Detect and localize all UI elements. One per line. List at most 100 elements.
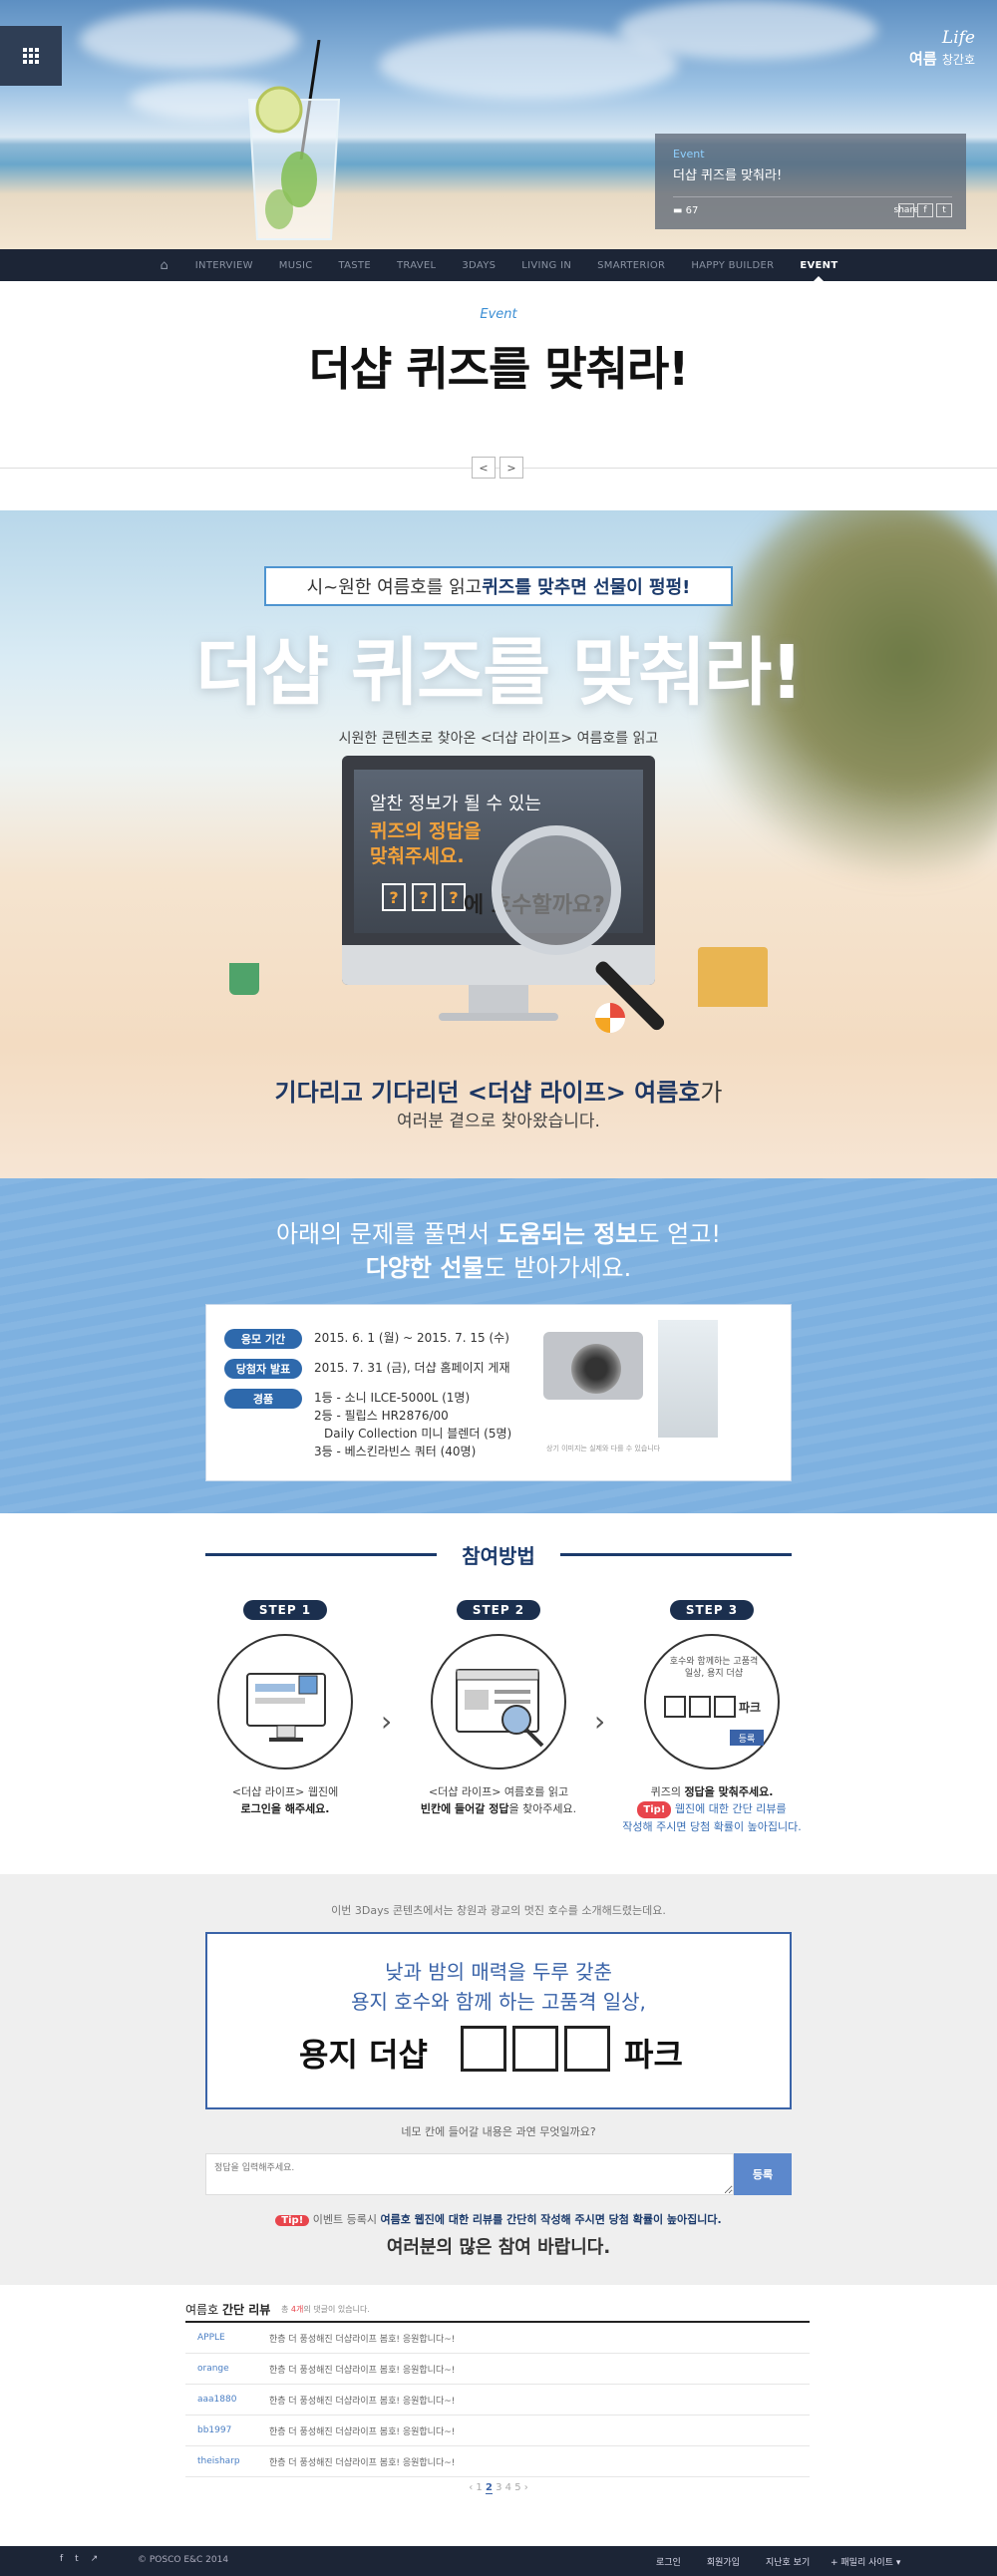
logo-life: Life bbox=[941, 28, 975, 48]
menu-button[interactable] bbox=[0, 26, 62, 86]
blender-image bbox=[658, 1320, 718, 1438]
quiz-ask: 네모 칸에 들어갈 내용은 과연 무엇일까요? bbox=[401, 2125, 596, 2138]
nav-item-3days[interactable]: 3DAYS bbox=[449, 249, 508, 281]
family-site-select[interactable]: + 패밀리 사이트 ▾ bbox=[831, 2555, 900, 2568]
review-user[interactable]: orange bbox=[185, 2364, 269, 2374]
quiz-blank bbox=[512, 2026, 558, 2072]
nav-item-travel[interactable]: TRAVEL bbox=[384, 249, 449, 281]
step-3-desc-bold: 정답을 맞춰주세요. bbox=[684, 1785, 774, 1798]
quiz-blank-box: ? bbox=[382, 883, 406, 911]
review-user[interactable]: theisharp bbox=[185, 2456, 269, 2466]
twitter-icon[interactable]: t bbox=[75, 2554, 79, 2564]
banner-title: 더샵 퀴즈를 맞춰라! bbox=[195, 630, 804, 716]
nav-item-happy-builder[interactable]: HAPPY BUILDER bbox=[678, 249, 787, 281]
info-heading-2: 다양한 선물도 받아가세요. bbox=[0, 1248, 997, 1283]
quiz-tip-bold: 여름호 웹진에 대한 리뷰를 간단히 작성해 주시면 당첨 확률이 높아집니다. bbox=[380, 2213, 722, 2226]
twitter-icon[interactable]: t bbox=[936, 203, 952, 217]
submit-button[interactable]: 등록 bbox=[734, 2153, 792, 2195]
review-row: orange 한층 더 풍성해진 더샵라이프 봄호! 응원합니다~! bbox=[185, 2354, 810, 2385]
feature-category: Event bbox=[673, 148, 705, 161]
nav-item-smarterior[interactable]: SMARTERIOR bbox=[584, 249, 678, 281]
info-heading-text: 도 받아가세요. bbox=[484, 1254, 632, 1282]
step-3-desc-2: 웹진에 대한 간단 리뷰를 bbox=[671, 1802, 787, 1815]
review-user[interactable]: APPLE bbox=[185, 2333, 269, 2343]
review-count-text: 의 댓글이 있습니다. bbox=[303, 2305, 370, 2314]
monitor-stand bbox=[469, 985, 528, 1015]
review-count-num: 4개 bbox=[290, 2305, 304, 2314]
step-2-desc-2: 을 찾아주세요. bbox=[508, 1802, 577, 1815]
share-icon[interactable]: ↗ bbox=[91, 2554, 99, 2564]
step-1-desc-2: 로그인을 해주세요. bbox=[240, 1802, 330, 1815]
info-heading-bold: 다양한 선물 bbox=[365, 1254, 485, 1282]
nav-item-living-in[interactable]: LIVING IN bbox=[508, 249, 584, 281]
page-title: 더샵 퀴즈를 맞춰라! bbox=[308, 342, 690, 396]
banner-message-bold: 기다리고 기다리던 <더샵 라이프> 여름호 bbox=[274, 1079, 701, 1107]
page-link-current[interactable]: 2 bbox=[485, 2482, 493, 2494]
review-count-text: 총 bbox=[281, 2305, 291, 2314]
login-link[interactable]: 로그인 bbox=[656, 2555, 681, 2568]
answer-input[interactable] bbox=[205, 2153, 734, 2195]
review-pagination: ‹ 1 2 3 4 5 › bbox=[0, 2482, 997, 2494]
prize-item: Daily Collection 미니 블렌더 (5명) bbox=[324, 1427, 512, 1441]
review-user[interactable]: aaa1880 bbox=[185, 2395, 269, 2405]
home-icon[interactable]: ⌂ bbox=[147, 258, 182, 273]
step-badge: STEP 2 bbox=[456, 1600, 541, 1620]
feature-title: 더샵 퀴즈를 맞춰라! bbox=[673, 168, 783, 183]
past-issues-link[interactable]: 지난호 보기 bbox=[766, 2555, 810, 2568]
page-link[interactable]: 3 bbox=[496, 2482, 501, 2493]
banner-subtitle: 시원한 콘텐츠로 찾아온 <더샵 라이프> 여름호를 읽고 bbox=[338, 731, 659, 747]
nav-item-interview[interactable]: INTERVIEW bbox=[182, 249, 266, 281]
banner-ribbon: 시~원한 여름호를 읽고 퀴즈를 맞추면 선물이 펑펑! bbox=[244, 566, 753, 606]
how-to-title: 참여방법 bbox=[462, 1544, 535, 1568]
info-heading-text: 아래의 문제를 풀면서 bbox=[276, 1220, 498, 1248]
facebook-icon[interactable]: f bbox=[917, 203, 933, 217]
prize-item: 3등 - 베스킨라빈스 쿼터 (40명) bbox=[314, 1445, 477, 1458]
review-user[interactable]: bb1997 bbox=[185, 2425, 269, 2435]
quiz-blank-box: ? bbox=[442, 883, 466, 911]
quiz-line-3-suffix: 파크 bbox=[624, 2036, 683, 2074]
chevron-right-icon: › bbox=[381, 1705, 393, 1738]
chevron-right-icon: › bbox=[594, 1705, 606, 1738]
tip-badge: Tip! bbox=[637, 1801, 672, 1818]
prev-article-button[interactable]: < bbox=[472, 457, 496, 479]
search-document-icon bbox=[431, 1634, 566, 1770]
step-1: STEP 1 <더샵 라이프> 웹진에 로그인을 해주세요. bbox=[185, 1599, 385, 1817]
sand-bucket-icon bbox=[229, 963, 259, 995]
facebook-icon[interactable]: f bbox=[60, 2554, 63, 2564]
screen-line-1: 알찬 정보가 될 수 있는 bbox=[370, 794, 541, 814]
signup-link[interactable]: 회원가입 bbox=[707, 2555, 740, 2568]
step-3-park: 파크 bbox=[739, 1700, 762, 1715]
drink-glass-image bbox=[247, 40, 341, 240]
banner-message-2: 여러분 곁으로 찾아왔습니다. bbox=[397, 1112, 600, 1131]
next-page-icon[interactable]: › bbox=[524, 2482, 528, 2493]
comment-icon: ▬ bbox=[673, 204, 683, 216]
magnifier-icon bbox=[492, 825, 621, 955]
step-1-desc-1: <더샵 라이프> 웹진에 bbox=[231, 1785, 339, 1798]
page-link[interactable]: 1 bbox=[476, 2482, 482, 2493]
prize-item: 1등 - 소니 ILCE-5000L (1명) bbox=[314, 1391, 471, 1405]
share-icon[interactable]: share bbox=[894, 203, 918, 217]
banner-message-suffix: 가 bbox=[700, 1079, 723, 1107]
logo-season: 여름 bbox=[909, 50, 937, 68]
prize-note: 상기 이미지는 실제와 다를 수 있습니다 bbox=[546, 1445, 661, 1452]
period-tag: 응모 기간 bbox=[224, 1329, 302, 1349]
quiz-thanks: 여러분의 많은 참여 바랍니다. bbox=[386, 2237, 611, 2258]
step-badge: STEP 3 bbox=[669, 1600, 755, 1620]
step-3-circle-text: 호수와 함께하는 고품격 일상, 용지 더샵 bbox=[669, 1657, 759, 1679]
feature-card[interactable]: Event 더샵 퀴즈를 맞춰라! ▬ 67 share f t bbox=[655, 134, 966, 229]
site-logo[interactable]: Life 여름 창간호 bbox=[885, 28, 975, 69]
info-heading-bold: 도움되는 정보 bbox=[497, 1220, 638, 1248]
step-2: STEP 2 <더샵 라이프> 여름호를 읽고 빈칸에 들어갈 정답을 찾아주세… bbox=[399, 1599, 598, 1817]
main-nav: ⌂ INTERVIEW MUSIC TASTE TRAVEL 3DAYS LIV… bbox=[0, 249, 997, 281]
page-link[interactable]: 5 bbox=[514, 2482, 520, 2493]
nav-item-taste[interactable]: TASTE bbox=[326, 249, 384, 281]
prize-item: 2등 - 필립스 HR2876/00 bbox=[314, 1409, 449, 1423]
nav-item-music[interactable]: MUSIC bbox=[266, 249, 326, 281]
page-link[interactable]: 4 bbox=[505, 2482, 511, 2493]
next-article-button[interactable]: > bbox=[499, 457, 523, 479]
quiz-blanks bbox=[461, 2026, 610, 2072]
quiz-blank-box: ? bbox=[412, 883, 436, 911]
nav-item-event[interactable]: EVENT bbox=[787, 249, 850, 281]
step-badge: STEP 1 bbox=[242, 1600, 328, 1620]
prev-page-icon[interactable]: ‹ bbox=[469, 2482, 473, 2493]
